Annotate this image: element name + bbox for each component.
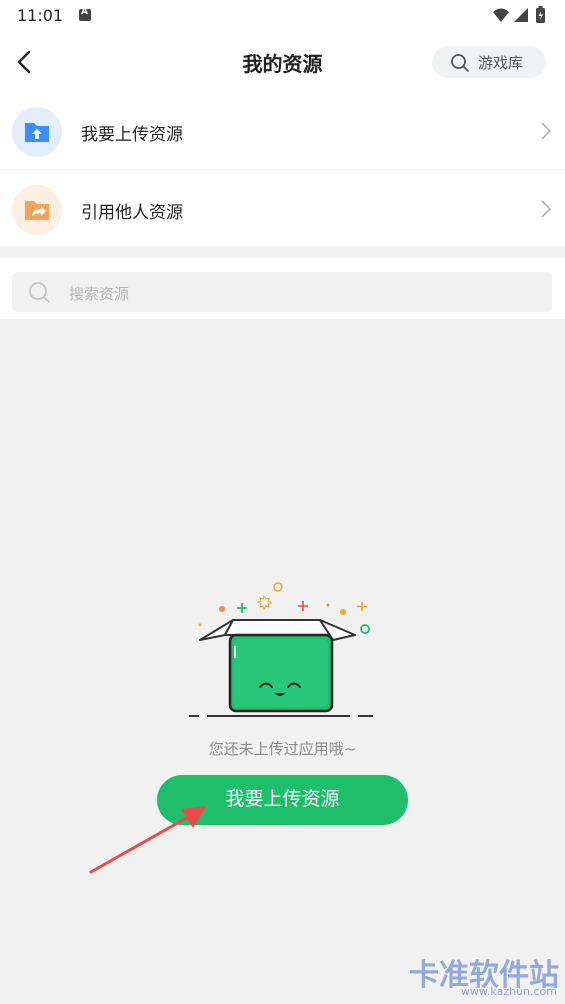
game-library-button[interactable]: 游戏库 bbox=[432, 46, 546, 78]
chevron-right-icon bbox=[541, 122, 552, 140]
search-placeholder: 搜索资源 bbox=[69, 285, 130, 303]
annotation-arrow bbox=[89, 806, 207, 874]
menu-item-upload[interactable]: 我要上传资源 bbox=[0, 92, 565, 169]
menu-item-reference[interactable]: 引用他人资源 bbox=[0, 169, 565, 246]
empty-message: 您还未上传过应用哦~ bbox=[208, 740, 357, 758]
signal-icon bbox=[514, 8, 528, 22]
status-time: 11:01 bbox=[17, 6, 64, 25]
wifi-icon bbox=[493, 8, 509, 22]
menu-item-label: 引用他人资源 bbox=[81, 203, 183, 223]
search-input[interactable]: 搜索资源 bbox=[12, 272, 552, 312]
watermark-url: www.kazhun.com bbox=[460, 985, 557, 998]
status-icons bbox=[493, 6, 545, 23]
search-icon bbox=[451, 54, 469, 72]
header: 我的资源 游戏库 bbox=[0, 32, 565, 92]
menu-item-label: 我要上传资源 bbox=[81, 125, 183, 145]
share-folder-icon bbox=[12, 185, 62, 235]
search-area: 搜索资源 bbox=[0, 258, 565, 319]
status-bar: 11:01 bbox=[0, 0, 565, 32]
upload-folder-icon bbox=[12, 107, 62, 157]
notification-a-icon bbox=[79, 7, 91, 21]
empty-box-illustration bbox=[189, 582, 373, 717]
resource-menu: 我要上传资源 引用他人资源 bbox=[0, 92, 565, 246]
search-icon bbox=[29, 282, 50, 303]
game-library-label: 游戏库 bbox=[478, 54, 524, 72]
chevron-right-icon bbox=[541, 200, 552, 218]
